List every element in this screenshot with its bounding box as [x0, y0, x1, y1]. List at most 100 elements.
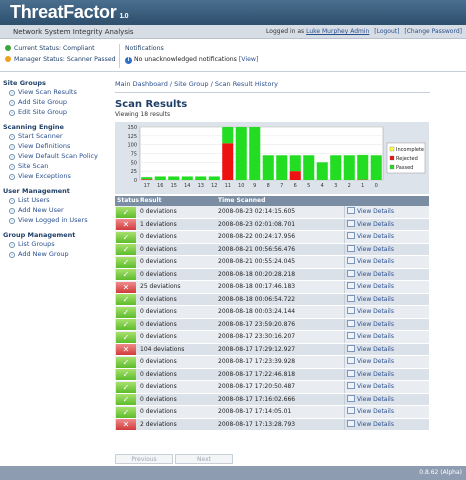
sidebar-item[interactable]: › Add New Group: [9, 249, 110, 259]
sidebar-item[interactable]: › View Definitions: [9, 141, 110, 151]
scan-history-chart: 0 25 50 75 100 125 150 17 16 15 14 13 12 11 10 9 8 7 6 5 4 3 2…: [115, 122, 429, 194]
sidebar-item[interactable]: › List Users: [9, 195, 110, 205]
x-tick-label: 15: [171, 183, 177, 189]
sidebar-group-title: Scanning Engine: [3, 123, 64, 131]
view-details-link[interactable]: View Details: [357, 421, 394, 428]
result-cell: 0 deviations: [138, 306, 216, 318]
breadcrumb[interactable]: Main Dashboard / Site Group / Scan Resul…: [115, 80, 430, 93]
sidebar-item[interactable]: › View Logged in Users: [9, 215, 110, 225]
view-details-link[interactable]: View Details: [357, 233, 394, 240]
sidebar-item-label[interactable]: View Definitions: [18, 142, 70, 150]
sidebar-item-label[interactable]: Start Scanner: [18, 132, 63, 140]
x-tick-label: 4: [321, 183, 324, 189]
notifications-view-link[interactable]: [View]: [239, 56, 259, 63]
view-details-link[interactable]: View Details: [357, 396, 394, 403]
table-row: ✓ 0 deviations 2008-08-17 23:59:20.876 View…: [115, 318, 429, 331]
view-details-cell: View Details: [344, 243, 429, 255]
sidebar-item-label[interactable]: Add Site Group: [18, 98, 67, 106]
x-icon: ✕: [116, 219, 136, 230]
sidebar-item-label[interactable]: View Default Scan Policy: [18, 152, 98, 160]
view-details-link[interactable]: View Details: [357, 208, 394, 215]
footer: 0.8.62 (Alpha): [0, 466, 466, 480]
table-row: ✓ 0 deviations 2008-08-22 00:24:17.956 View…: [115, 231, 429, 244]
sidebar-item-label[interactable]: Site Scan: [18, 162, 48, 170]
next-button[interactable]: Next: [175, 454, 233, 464]
chevron-right-icon: ›: [9, 252, 15, 258]
footer-version: 0.8.62 (Alpha): [419, 469, 462, 476]
view-details-link[interactable]: View Details: [357, 246, 394, 253]
sidebar-item-label[interactable]: View Scan Results: [18, 88, 77, 96]
table-row: ✓ 0 deviations 2008-08-17 17:23:39.928 View…: [115, 356, 429, 369]
sidebar-item[interactable]: › View Exceptions: [9, 171, 110, 181]
view-details-link[interactable]: View Details: [357, 283, 394, 290]
sidebar-item[interactable]: › Edit Site Group: [9, 107, 110, 117]
header-bar: ThreatFactor 1.0: [0, 0, 466, 25]
view-details-link[interactable]: View Details: [357, 308, 394, 315]
sidebar-item-label[interactable]: Add New User: [18, 206, 64, 214]
sidebar-item[interactable]: › Start Scanner: [9, 131, 110, 141]
logout-link[interactable]: [Logout]: [374, 28, 399, 35]
sidebar-item[interactable]: › Site Scan: [9, 161, 110, 171]
result-cell: 0 deviations: [138, 206, 216, 218]
view-details-link[interactable]: View Details: [357, 371, 394, 378]
details-icon: [347, 269, 355, 277]
sidebar-item[interactable]: › View Default Scan Policy: [9, 151, 110, 161]
details-icon: [347, 394, 355, 402]
x-icon: ✕: [116, 344, 136, 355]
view-details-cell: View Details: [344, 306, 429, 318]
view-details-link[interactable]: View Details: [357, 408, 394, 415]
chart-svg: 025507510012515017 16 15 14 13 12 11 10 9 8 7 6 5 4 3 2…: [127, 125, 426, 189]
view-details-cell: View Details: [344, 343, 429, 355]
details-icon: [347, 357, 355, 364]
chevron-right-icon: ›: [9, 90, 15, 96]
sidebar-item[interactable]: › Add Site Group: [9, 97, 110, 107]
view-details-link[interactable]: View Details: [357, 221, 394, 228]
x-tick-label: 10: [238, 183, 244, 189]
sidebar-item-label[interactable]: List Groups: [18, 240, 55, 248]
bar-passed: [222, 127, 234, 144]
x-tick-label: 9: [253, 183, 256, 189]
view-details-link[interactable]: View Details: [357, 321, 394, 328]
status-cell: ✓: [115, 293, 138, 305]
sidebar-item-label[interactable]: Add New Group: [18, 250, 69, 258]
result-cell: 0 deviations: [138, 406, 216, 418]
x-tick-label: 14: [184, 183, 190, 189]
sidebar-item-label[interactable]: View Logged in Users: [18, 216, 88, 224]
view-details-link[interactable]: View Details: [357, 296, 394, 303]
sidebar-item-label[interactable]: Edit Site Group: [18, 108, 67, 116]
chevron-right-icon: ›: [9, 174, 15, 180]
previous-button[interactable]: Previous: [115, 454, 173, 464]
time-cell: 2008-08-18 00:20:28.218: [216, 268, 344, 280]
view-details-link[interactable]: View Details: [357, 333, 394, 340]
details-icon: [347, 307, 355, 314]
view-details-link[interactable]: View Details: [357, 271, 394, 278]
time-cell: 2008-08-23 02:14:15.605: [216, 206, 344, 218]
details-icon: [347, 369, 355, 377]
sidebar-item[interactable]: › Add New User: [9, 205, 110, 215]
sidebar-item[interactable]: › View Scan Results: [9, 87, 110, 97]
sidebar-item[interactable]: › List Groups: [9, 239, 110, 249]
notifications-title: Notifications: [125, 45, 164, 52]
user-link[interactable]: Luke Murphey Admin: [306, 28, 369, 35]
result-count: Viewing 18 results: [115, 111, 171, 118]
x-tick-label: 7: [280, 183, 283, 189]
view-details-link[interactable]: View Details: [357, 258, 394, 265]
table-body: ✓ 0 deviations 2008-08-23 02:14:15.605 View…: [115, 206, 429, 431]
app-logo: ThreatFactor 1.0: [10, 2, 129, 23]
time-cell: 2008-08-17 17:16:02.666: [216, 393, 344, 405]
check-icon: ✓: [116, 369, 136, 380]
check-icon: ✓: [116, 269, 136, 280]
view-details-link[interactable]: View Details: [357, 383, 394, 390]
chevron-right-icon: ›: [9, 218, 15, 224]
sidebar-item-label[interactable]: View Exceptions: [18, 172, 71, 180]
green-status-icon: [5, 45, 11, 51]
view-details-cell: View Details: [344, 331, 429, 343]
time-cell: 2008-08-17 17:14:05.01: [216, 406, 344, 418]
view-details-link[interactable]: View Details: [357, 358, 394, 365]
y-tick-label: 0: [134, 178, 137, 184]
bar-passed: [370, 155, 382, 180]
view-details-link[interactable]: View Details: [357, 346, 394, 353]
change-password-link[interactable]: [Change Password]: [404, 28, 462, 35]
app-version: 1.0: [119, 13, 129, 20]
sidebar-item-label[interactable]: List Users: [18, 196, 50, 204]
